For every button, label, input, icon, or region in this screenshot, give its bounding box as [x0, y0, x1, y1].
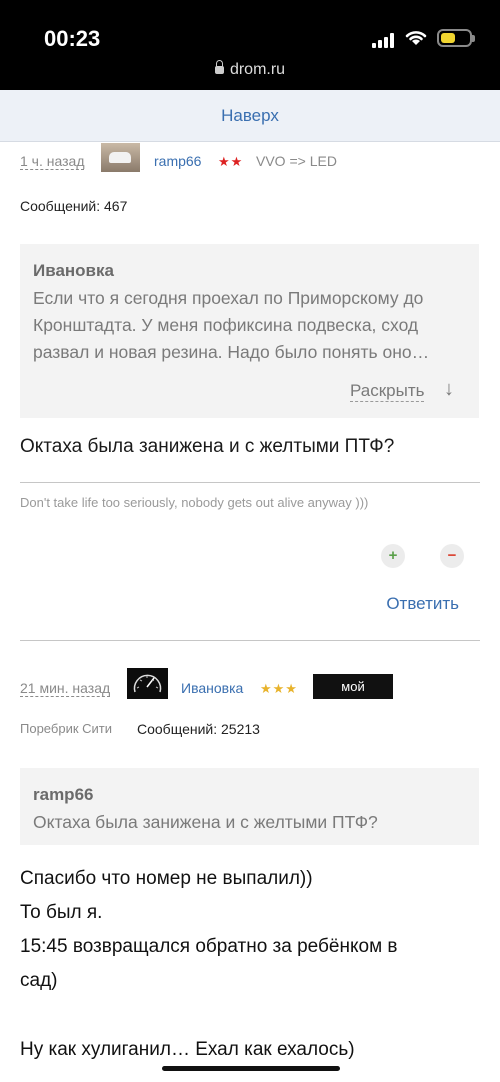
post-time[interactable]: 1 ч. назад [20, 153, 85, 170]
car-image [109, 152, 131, 163]
status-bar: 00:23 drom.ru [0, 0, 500, 90]
user-car: VVO => LED [256, 153, 337, 169]
rating-stars: ★★ [218, 154, 244, 169]
home-indicator[interactable] [162, 1066, 340, 1071]
divider [20, 482, 480, 483]
clock: 00:23 [44, 26, 101, 51]
author-link[interactable]: Ивановка [181, 680, 243, 696]
quote-text: Октаха была занижена и с желтыми ПТФ? [33, 812, 378, 832]
message-count: Сообщений: 25213 [137, 721, 260, 737]
post-text: Спасибо что номер не выпалил)) То был я.… [20, 868, 398, 991]
cellular-signal-icon [372, 32, 398, 48]
wifi-icon [404, 28, 430, 48]
author-link[interactable]: ramp66 [154, 153, 201, 169]
post-text: Октаха была занижена и с желтыми ПТФ? [20, 436, 395, 457]
address-bar[interactable]: drom.ru [0, 60, 500, 79]
quote-author: Ивановка [33, 261, 114, 280]
avatar[interactable] [101, 143, 140, 172]
vote-up-button[interactable]: + [381, 544, 405, 568]
scroll-to-top-button[interactable]: Наверх [0, 90, 500, 142]
battery-icon [437, 29, 475, 47]
signature: Don't take life too seriously, nobody ge… [20, 495, 369, 510]
expand-link[interactable]: Раскрыть [350, 381, 425, 402]
post-time[interactable]: 21 мин. назад [20, 680, 111, 697]
quote-text: Если что я сегодня проехал по Приморском… [33, 288, 430, 362]
own-post-badge: мой [313, 674, 393, 699]
arrow-down-icon[interactable]: ↓ [444, 378, 454, 401]
avatar[interactable] [127, 668, 168, 699]
lock-icon [214, 60, 224, 74]
quote-author: ramp66 [33, 785, 94, 804]
url-text: drom.ru [229, 61, 286, 78]
user-city: Поребрик Сити [20, 721, 112, 736]
post-text-last-line: Ну как хулиганил… Ехал как ехалось) [20, 1039, 355, 1060]
reply-button[interactable]: Ответить [386, 594, 459, 614]
rating-stars: ★★★ [260, 681, 298, 696]
quote-block: Ивановка Если что я сегодня проехал по П… [20, 244, 479, 418]
vote-down-button[interactable]: − [440, 544, 464, 568]
speedometer-icon [133, 674, 162, 693]
quote-block: ramp66 Октаха была занижена и с желтыми … [20, 768, 479, 845]
message-count: Сообщений: 467 [20, 198, 128, 214]
divider [20, 640, 480, 641]
